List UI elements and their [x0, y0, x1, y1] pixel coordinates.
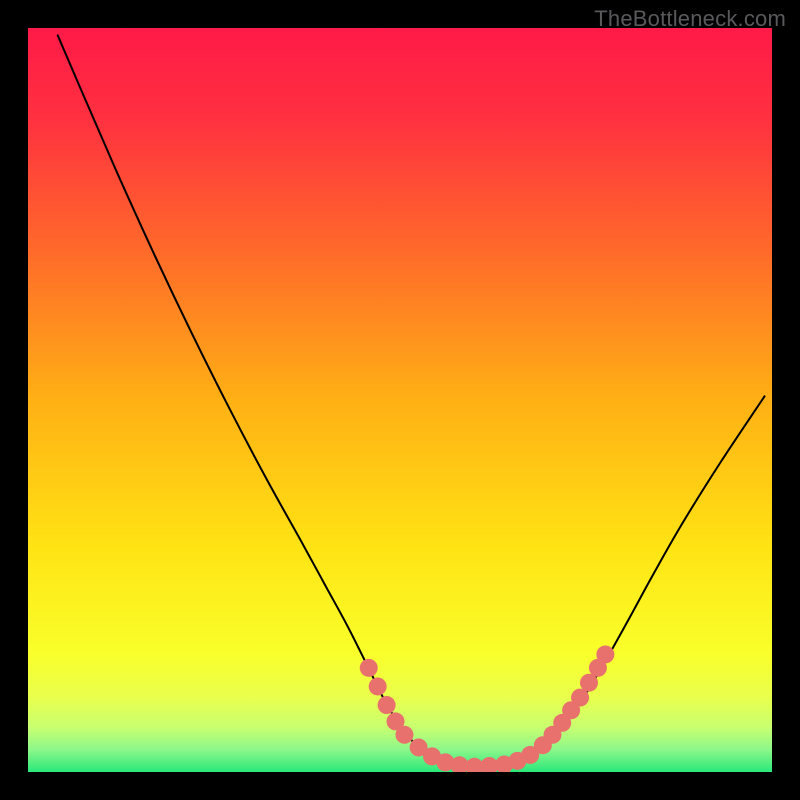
curve-marker: [360, 659, 378, 677]
plot-area: [28, 28, 772, 772]
chart-svg: [28, 28, 772, 772]
curve-marker: [596, 645, 614, 663]
curve-marker: [369, 677, 387, 695]
gradient-background: [28, 28, 772, 772]
watermark-text: TheBottleneck.com: [594, 6, 786, 32]
curve-marker: [378, 696, 396, 714]
curve-marker: [395, 726, 413, 744]
chart-frame: TheBottleneck.com: [0, 0, 800, 800]
